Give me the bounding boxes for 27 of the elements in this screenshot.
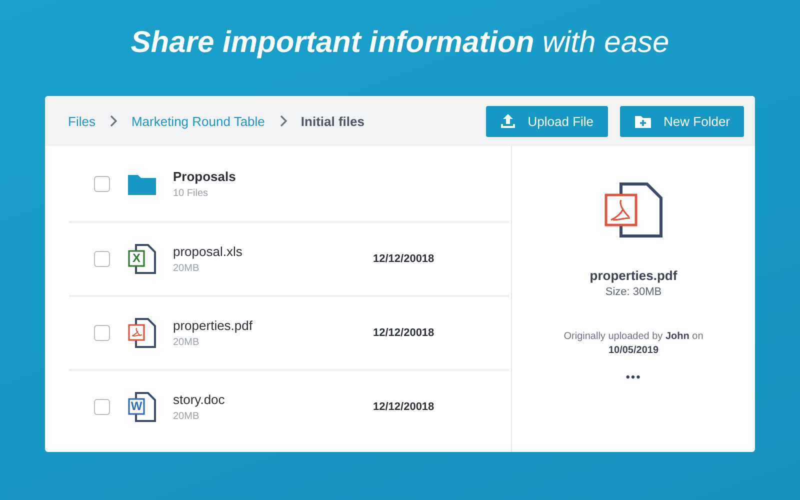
file-date: 12/12/20018 (373, 401, 434, 413)
file-meta: 10 Files (173, 188, 210, 198)
folder-plus-icon (634, 114, 652, 128)
upload-icon (500, 113, 516, 129)
file-meta: 20MB (173, 337, 200, 348)
selected-file-name: properties.pdf (590, 268, 678, 283)
checkbox[interactable] (94, 176, 110, 192)
checkbox[interactable] (94, 399, 110, 415)
file-meta: 20MB (173, 411, 200, 422)
checkbox[interactable] (94, 251, 110, 267)
pdf-file-icon (602, 182, 664, 238)
file-name[interactable]: proposal.xls (173, 244, 373, 259)
chevron-icon (278, 115, 287, 127)
headline: Share important information with ease (130, 26, 670, 61)
file-size: Size: 30MB (605, 286, 662, 298)
more-button[interactable]: ••• (624, 370, 644, 384)
file-date: 12/12/20018 (373, 327, 434, 339)
chevron-icon (109, 115, 118, 127)
file-name[interactable]: properties.pdf (173, 318, 373, 333)
file-date: 12/12/20018 (373, 253, 434, 265)
file-name[interactable]: Proposals (173, 168, 373, 184)
checkbox[interactable] (94, 325, 110, 341)
file-name[interactable]: story.doc (173, 392, 373, 407)
file-meta: 20MB (173, 263, 200, 274)
pdf-file-icon (127, 317, 157, 349)
breadcrumb-link[interactable]: Initial files (300, 114, 364, 128)
upload-info: Originally uploaded by John on 10/05/2019 (562, 330, 704, 358)
